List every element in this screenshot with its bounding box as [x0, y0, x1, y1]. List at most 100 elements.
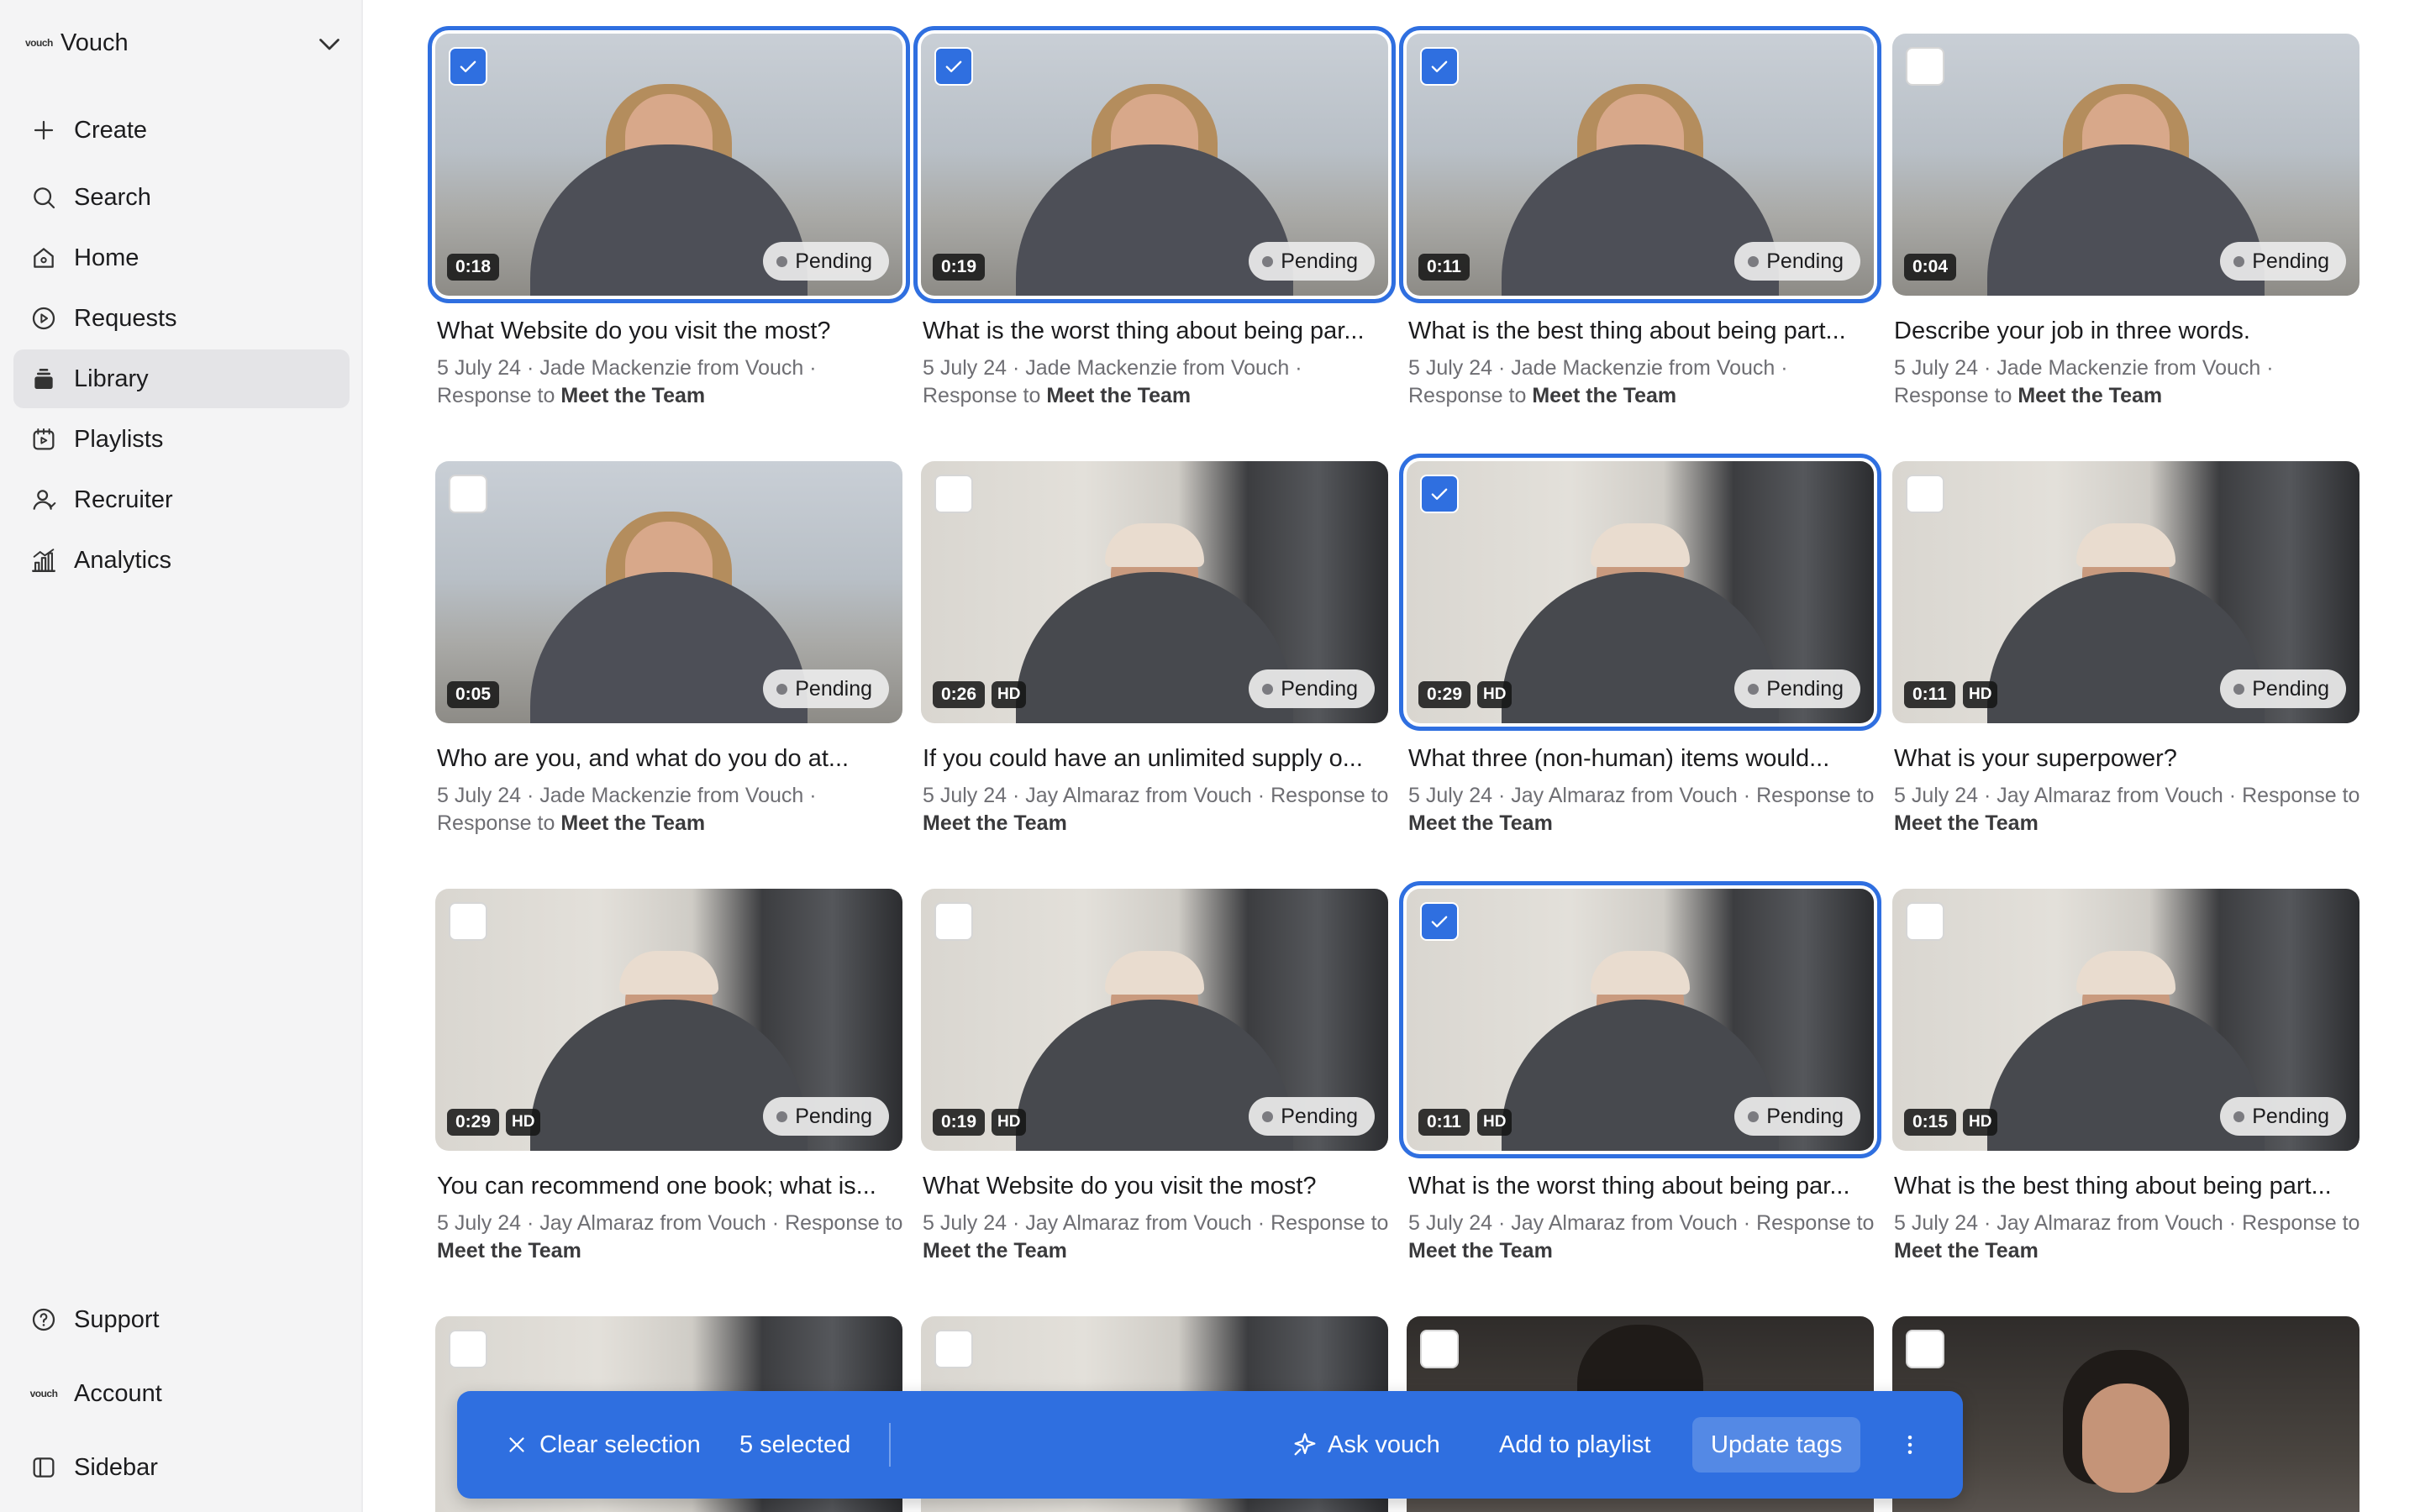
- play-circle-icon: [29, 303, 59, 333]
- campaign-link[interactable]: Meet the Team: [1408, 811, 1553, 835]
- campaign-link[interactable]: Meet the Team: [437, 1239, 581, 1263]
- select-checkbox[interactable]: [1906, 47, 1944, 86]
- select-checkbox[interactable]: [1906, 475, 1944, 513]
- video-thumbnail[interactable]: 0:18 Pending: [428, 26, 910, 303]
- hd-badge: HD: [1477, 1109, 1512, 1136]
- video-title[interactable]: Who are you, and what do you do at...: [437, 745, 904, 773]
- campaign-link[interactable]: Meet the Team: [1894, 1239, 2039, 1263]
- video-title[interactable]: What is the best thing about being part.…: [1894, 1173, 2361, 1200]
- status-badge: Pending: [2220, 242, 2346, 281]
- nav-create[interactable]: Create: [13, 101, 350, 160]
- nav-support[interactable]: Support: [13, 1290, 350, 1349]
- hd-badge: HD: [992, 1109, 1027, 1136]
- hd-badge: HD: [1963, 681, 1998, 708]
- select-checkbox[interactable]: [1420, 475, 1459, 513]
- video-title[interactable]: What is your superpower?: [1894, 745, 2361, 773]
- more-options-button[interactable]: [1897, 1391, 1923, 1499]
- selected-count: 5 selected: [739, 1431, 851, 1458]
- sparkle-icon: [1294, 1433, 1316, 1456]
- video-meta: 5 July 24 · Jade Mackenzie from Vouch · R…: [923, 356, 1302, 407]
- duration-badge: 0:18: [447, 254, 500, 281]
- campaign-link[interactable]: Meet the Team: [560, 384, 705, 407]
- duration-badge: 0:29: [1418, 681, 1471, 708]
- duration-badge: 0:19: [933, 254, 986, 281]
- workspace-name: Vouch: [60, 29, 129, 56]
- video-thumbnail[interactable]: 0:11 Pending: [1399, 26, 1881, 303]
- status-badge: Pending: [1734, 1097, 1860, 1136]
- video-title[interactable]: You can recommend one book; what is...: [437, 1173, 904, 1200]
- nav-analytics[interactable]: Analytics: [13, 531, 350, 590]
- video-thumbnail[interactable]: 0:11 HD Pending: [1399, 881, 1881, 1158]
- video-thumbnail[interactable]: 0:19 HD Pending: [921, 889, 1388, 1151]
- nav-label: Home: [74, 244, 139, 271]
- campaign-link[interactable]: Meet the Team: [2018, 384, 2162, 407]
- video-title[interactable]: What three (non-human) items would...: [1408, 745, 1876, 773]
- campaign-link[interactable]: Meet the Team: [1532, 384, 1676, 407]
- duration-badge: 0:05: [447, 681, 500, 708]
- select-checkbox[interactable]: [449, 1330, 487, 1368]
- select-checkbox[interactable]: [1420, 47, 1459, 86]
- select-checkbox[interactable]: [449, 475, 487, 513]
- sidebar: vouch Vouch Create Search Home Requests …: [0, 0, 363, 1512]
- select-checkbox[interactable]: [934, 47, 973, 86]
- status-badge: Pending: [2220, 1097, 2346, 1136]
- video-thumbnail[interactable]: 0:15 HD Pending: [1892, 889, 2360, 1151]
- status-badge: Pending: [763, 1097, 889, 1136]
- duration-badge: 0:11: [1904, 681, 1955, 708]
- video-title[interactable]: If you could have an unlimited supply o.…: [923, 745, 1390, 773]
- hd-badge: HD: [1477, 681, 1512, 708]
- video-thumbnail[interactable]: 0:04 Pending: [1892, 34, 2360, 296]
- video-title[interactable]: What is the worst thing about being par.…: [1408, 1173, 1876, 1200]
- nav-playlists[interactable]: Playlists: [13, 410, 350, 469]
- video-title[interactable]: What is the worst thing about being par.…: [923, 318, 1390, 345]
- select-checkbox[interactable]: [1906, 1330, 1944, 1368]
- nav-account[interactable]: vouch Account: [13, 1364, 350, 1423]
- add-to-playlist-button[interactable]: Add to playlist: [1499, 1391, 1651, 1499]
- video-title[interactable]: What Website do you visit the most?: [437, 318, 904, 345]
- select-checkbox[interactable]: [1420, 1330, 1459, 1368]
- video-title[interactable]: What Website do you visit the most?: [923, 1173, 1390, 1200]
- video-thumbnail[interactable]: 0:05 Pending: [435, 461, 902, 723]
- account-logo: vouch: [29, 1378, 59, 1409]
- nav-sidebar-toggle[interactable]: Sidebar: [13, 1438, 350, 1497]
- select-checkbox[interactable]: [1906, 902, 1944, 941]
- campaign-link[interactable]: Meet the Team: [1894, 811, 2039, 835]
- duration-badge: 0:11: [1418, 1109, 1470, 1136]
- select-checkbox[interactable]: [1420, 902, 1459, 941]
- hd-badge: HD: [992, 681, 1027, 708]
- select-checkbox[interactable]: [934, 475, 973, 513]
- campaign-link[interactable]: Meet the Team: [560, 811, 705, 835]
- close-icon: [509, 1437, 524, 1452]
- video-thumbnail[interactable]: 0:26 HD Pending: [921, 461, 1388, 723]
- select-checkbox[interactable]: [449, 47, 487, 86]
- video-title[interactable]: What is the best thing about being part.…: [1408, 318, 1876, 345]
- ask-vouch-button[interactable]: Ask vouch: [1291, 1391, 1440, 1499]
- campaign-link[interactable]: Meet the Team: [1046, 384, 1191, 407]
- campaign-link[interactable]: Meet the Team: [923, 1239, 1067, 1263]
- nav-recruiter[interactable]: Recruiter: [13, 470, 350, 529]
- select-checkbox[interactable]: [934, 1330, 973, 1368]
- campaign-link[interactable]: Meet the Team: [1408, 1239, 1553, 1263]
- workspace-switcher[interactable]: vouch Vouch: [25, 24, 345, 62]
- nav-home[interactable]: Home: [13, 228, 350, 287]
- video-meta: 5 July 24 · Jay Almaraz from Vouch · Res…: [1408, 784, 1875, 835]
- bulk-action-bar: Clear selection 5 selected Ask vouch Add…: [457, 1391, 1963, 1499]
- campaign-link[interactable]: Meet the Team: [923, 811, 1067, 835]
- select-checkbox[interactable]: [449, 902, 487, 941]
- update-tags-button[interactable]: Update tags: [1692, 1417, 1861, 1473]
- nav-library[interactable]: Library: [13, 349, 350, 408]
- video-thumbnail[interactable]: 0:19 Pending: [913, 26, 1396, 303]
- nav-label: Create: [74, 116, 148, 144]
- nav-search[interactable]: Search: [13, 168, 350, 227]
- video-thumbnail[interactable]: 0:29 HD Pending: [435, 889, 902, 1151]
- video-thumbnail[interactable]: 0:11 HD Pending: [1892, 461, 2360, 723]
- select-checkbox[interactable]: [934, 902, 973, 941]
- video-thumbnail[interactable]: 0:29 HD Pending: [1399, 454, 1881, 731]
- divider: [889, 1423, 891, 1467]
- clear-selection-button[interactable]: Clear selection: [504, 1391, 701, 1499]
- workspace-logo: vouch: [25, 37, 53, 49]
- check-icon: [460, 60, 476, 73]
- video-title[interactable]: Describe your job in three words.: [1894, 318, 2361, 345]
- nav-requests[interactable]: Requests: [13, 289, 350, 348]
- chart-icon: [29, 545, 59, 575]
